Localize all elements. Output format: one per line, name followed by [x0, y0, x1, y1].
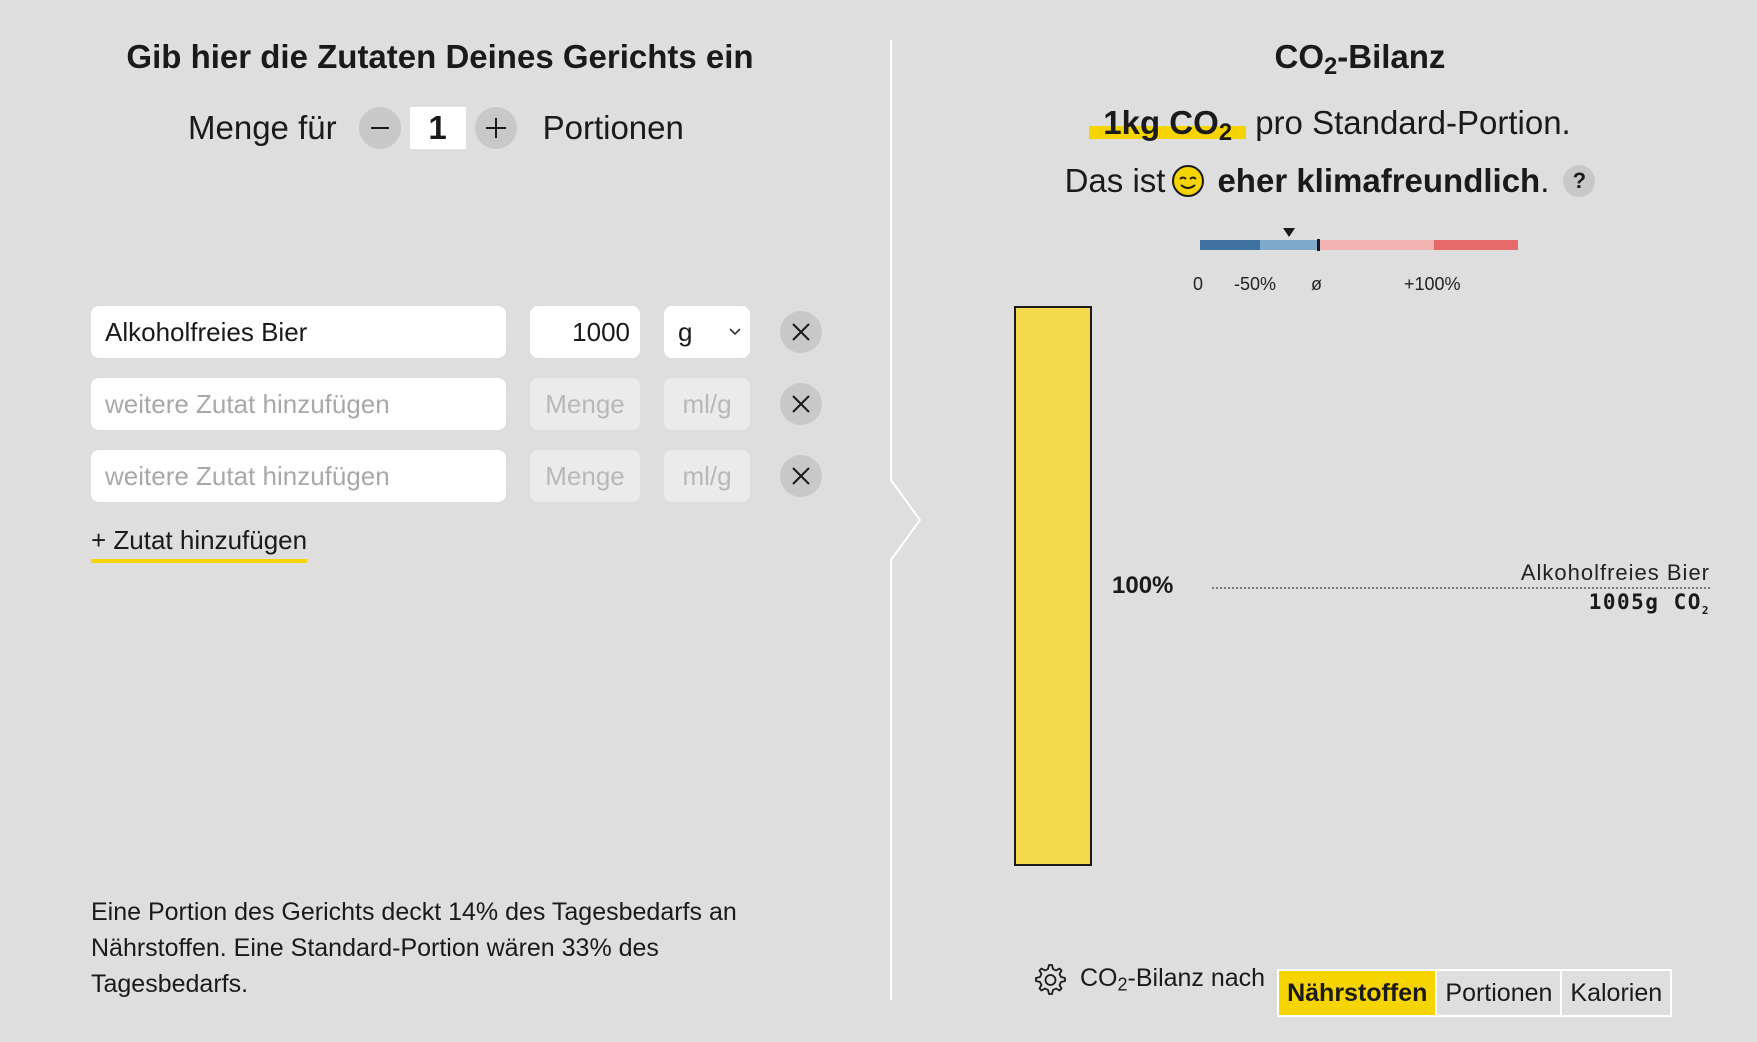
- remove-ingredient-button[interactable]: [780, 311, 822, 353]
- new-ingredient-name-input[interactable]: weitere Zutat hinzufügen: [91, 378, 506, 430]
- chevron-down-icon: [729, 328, 741, 336]
- remove-ingredient-button[interactable]: [780, 455, 822, 497]
- rating-scale: [1200, 228, 1518, 251]
- scale-segment-1: [1260, 240, 1318, 250]
- help-button[interactable]: ?: [1563, 165, 1596, 197]
- portions-label-after: Portionen: [542, 109, 684, 146]
- plus-icon: [485, 118, 506, 138]
- decrease-portions-button[interactable]: [358, 107, 401, 149]
- gear-icon[interactable]: [1030, 961, 1068, 999]
- co2-summary-text: pro Standard-Portion.: [1255, 104, 1571, 141]
- new-ingredient-amount-input[interactable]: Menge: [530, 378, 640, 430]
- scale-label-plus100: +100%: [1404, 274, 1461, 294]
- scale-average-tick: [1317, 239, 1320, 251]
- mode-option-naehrstoffen[interactable]: Nährstoffen: [1279, 971, 1436, 1015]
- scale-segment-3: [1434, 240, 1518, 250]
- ingredient-name-input[interactable]: Alkoholfreies Bier: [91, 306, 506, 358]
- bar-leader-line: [1212, 587, 1710, 589]
- portions-row: Menge für 1 Portionen: [188, 104, 684, 152]
- new-ingredient-amount-input[interactable]: Menge: [530, 450, 640, 502]
- ingredient-amount-input[interactable]: 1000: [530, 306, 640, 358]
- smiley-icon: [1172, 165, 1205, 197]
- bar-percent-label: 100%: [1112, 572, 1174, 599]
- scale-segment-0: [1200, 240, 1260, 250]
- remove-ingredient-button[interactable]: [780, 383, 822, 425]
- portions-label-before: Menge für: [188, 109, 337, 146]
- new-ingredient-name-input[interactable]: weitere Zutat hinzufügen: [91, 450, 506, 502]
- unit-value: g: [678, 316, 693, 347]
- balance-mode-label: CO2-Bilanz nach: [1080, 964, 1266, 995]
- scale-label-average: ø: [1311, 274, 1322, 294]
- scale-label-zero: 0: [1193, 274, 1204, 294]
- ingredients-title: Gib hier die Zutaten Deines Gerichts ein: [126, 38, 754, 75]
- scale-label-minus50: -50%: [1234, 274, 1277, 294]
- portions-input[interactable]: 1: [409, 107, 466, 149]
- rating-prefix: Das ist: [1064, 162, 1166, 199]
- new-ingredient-unit-select[interactable]: ml/g: [664, 378, 750, 430]
- panel-divider: [890, 40, 922, 1000]
- close-icon: [792, 467, 810, 485]
- co2-share-bar: [1014, 306, 1092, 866]
- mode-option-portionen[interactable]: Portionen: [1435, 971, 1560, 1015]
- co2-amount-highlight: 1kg CO2: [1089, 104, 1247, 146]
- mode-option-kalorien[interactable]: Kalorien: [1560, 971, 1670, 1015]
- balance-mode-row: CO2-Bilanz nach Nährstoffen Portionen Ka…: [1030, 950, 1673, 1017]
- co2-summary-line: 1kg CO2 pro Standard-Portion.: [900, 104, 1757, 147]
- close-icon: [792, 395, 810, 413]
- climate-rating-line: Das ist eher klimafreundlich. ?: [900, 162, 1757, 200]
- increase-portions-button[interactable]: [474, 107, 517, 149]
- add-ingredient-link[interactable]: + Zutat hinzufügen: [91, 525, 308, 563]
- co2-balance-title: CO2-Bilanz: [1274, 38, 1446, 80]
- bar-ingredient-label: Alkoholfreies Bier: [1520, 560, 1710, 585]
- ingredient-unit-select[interactable]: g: [664, 306, 750, 358]
- new-ingredient-unit-select[interactable]: ml/g: [664, 450, 750, 502]
- bar-value-label: 1005g CO2: [1588, 590, 1710, 618]
- nutrition-summary-text: Eine Portion des Gerichts deckt 14% des …: [91, 898, 737, 998]
- close-icon: [792, 323, 810, 341]
- scale-marker: [1283, 228, 1296, 237]
- balance-mode-toggle: Nährstoffen Portionen Kalorien: [1277, 969, 1673, 1017]
- scale-segment-2: [1318, 240, 1434, 250]
- minus-icon: [370, 127, 389, 129]
- rating-value: eher klimafreundlich: [1217, 162, 1541, 199]
- rating-suffix: .: [1540, 162, 1550, 199]
